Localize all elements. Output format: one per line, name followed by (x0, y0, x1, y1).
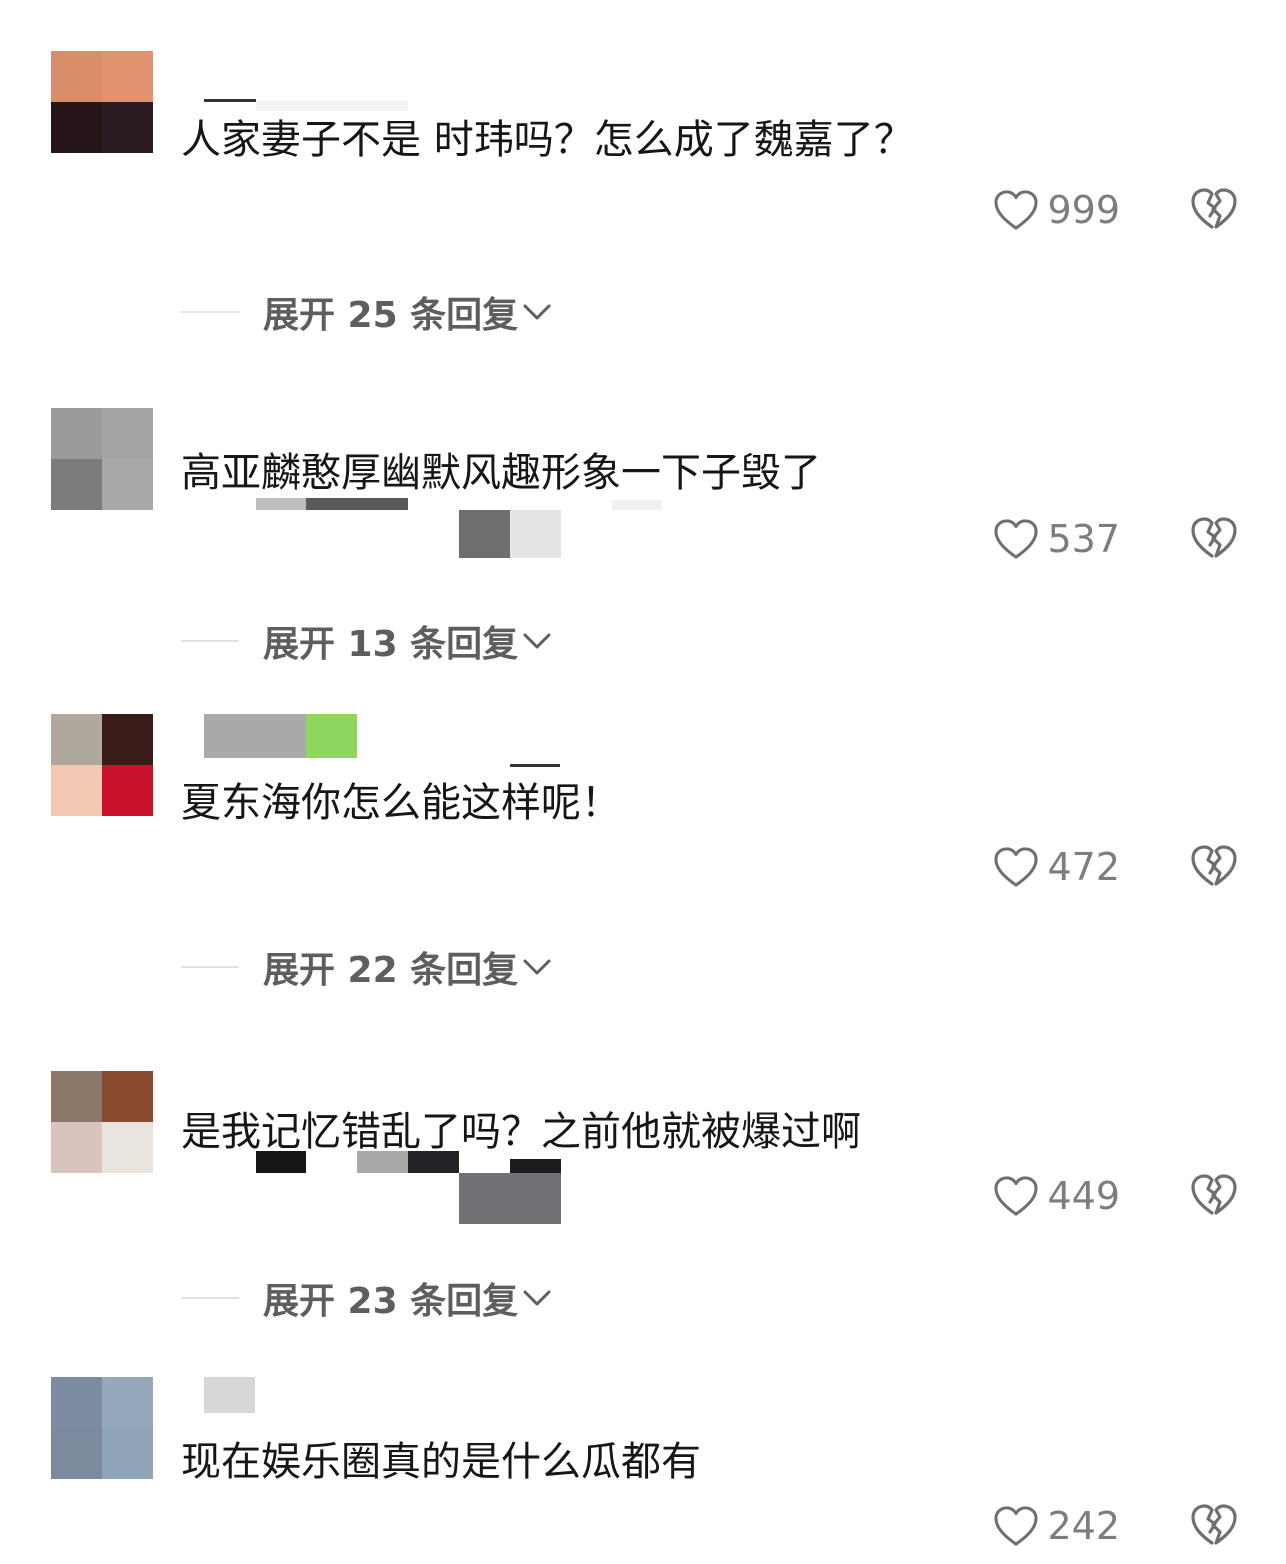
expand-replies-button[interactable]: 展开 22 条回复 (181, 942, 552, 992)
chevron-down-icon (523, 633, 551, 649)
comment-item: 现在娱乐圈真的是什么瓜都有 242 (0, 1377, 1286, 1564)
heart-icon (994, 1176, 1039, 1216)
comment-item: 夏东海你怎么能这样呢！ 472 展开 22 条回复 (0, 714, 1286, 1034)
comment-text: 现在娱乐圈真的是什么瓜都有 (181, 1439, 701, 1485)
broken-heart-icon[interactable] (1190, 187, 1238, 231)
like-button[interactable]: 242 (993, 1501, 1120, 1551)
heart-icon (994, 519, 1039, 559)
username-redacted (510, 764, 560, 767)
expand-replies-label: 展开 22 条回复 (263, 950, 519, 991)
avatar-pixel (51, 459, 102, 510)
chevron-down-icon (523, 959, 551, 975)
avatar-pixel (51, 1071, 102, 1122)
username-redacted (306, 498, 408, 510)
avatar-pixel (102, 102, 153, 153)
avatar-pixel (51, 714, 102, 765)
username-redacted (204, 1377, 255, 1413)
username-redacted (256, 1151, 306, 1173)
like-button[interactable]: 449 (993, 1171, 1120, 1221)
avatar-pixel (51, 765, 102, 816)
like-button[interactable]: 472 (993, 842, 1120, 892)
username-redacted (306, 714, 357, 758)
divider (181, 311, 239, 313)
expand-replies-button[interactable]: 展开 23 条回复 (181, 1273, 552, 1323)
like-button[interactable]: 999 (993, 185, 1120, 235)
heart-icon (994, 1506, 1039, 1546)
like-count: 999 (1047, 188, 1120, 232)
expand-replies-button[interactable]: 展开 25 条回复 (181, 287, 552, 337)
avatar-pixel (102, 51, 153, 102)
expand-replies-label: 展开 25 条回复 (263, 295, 519, 336)
avatar-pixel (51, 51, 102, 102)
comment-item: 高亚麟憨厚幽默风趣形象一下子毁了 537 展开 13 条回复 (0, 408, 1286, 728)
username-redacted (256, 498, 306, 510)
avatar[interactable] (51, 714, 153, 816)
expand-replies-label: 展开 23 条回复 (263, 1281, 519, 1322)
redacted-block (459, 510, 510, 558)
broken-heart-icon[interactable] (1190, 1503, 1238, 1547)
comment-text: 高亚麟憨厚幽默风趣形象一下子毁了 (181, 450, 821, 496)
avatar[interactable] (51, 408, 153, 510)
divider (181, 966, 239, 968)
like-count: 449 (1047, 1174, 1120, 1218)
username-redacted (612, 500, 662, 510)
avatar-pixel (102, 459, 153, 510)
comment-text: 夏东海你怎么能这样呢！ (181, 780, 621, 826)
heart-icon (994, 190, 1039, 230)
username-redacted (204, 714, 306, 758)
expand-replies-button[interactable]: 展开 13 条回复 (181, 616, 552, 666)
broken-heart-icon[interactable] (1190, 1173, 1238, 1217)
username-redacted (204, 99, 256, 102)
username-redacted (357, 1151, 408, 1173)
avatar[interactable] (51, 1377, 153, 1479)
avatar[interactable] (51, 51, 153, 153)
like-count: 242 (1047, 1504, 1120, 1548)
comment-text: 人家妻子不是 时玮吗？怎么成了魏嘉了？ (181, 117, 914, 163)
comment-text: 是我记忆错乱了吗？之前他就被爆过啊 (181, 1109, 861, 1155)
avatar-pixel (102, 1071, 153, 1122)
broken-heart-icon[interactable] (1190, 516, 1238, 560)
avatar-pixel (102, 1377, 153, 1428)
avatar-pixel (102, 1122, 153, 1173)
divider (181, 1297, 239, 1299)
username-redacted (408, 1151, 459, 1173)
avatar-pixel (51, 1428, 102, 1479)
redacted-block (510, 510, 561, 558)
comment-item: 人家妻子不是 时玮吗？怎么成了魏嘉了？ 999 展开 25 条回复 (0, 51, 1286, 371)
heart-icon (994, 847, 1039, 887)
avatar-pixel (51, 102, 102, 153)
avatar-pixel (51, 1122, 102, 1173)
broken-heart-icon[interactable] (1190, 844, 1238, 888)
avatar-pixel (102, 1428, 153, 1479)
avatar[interactable] (51, 1071, 153, 1173)
divider (181, 640, 239, 642)
like-count: 472 (1047, 845, 1120, 889)
comment-item: 是我记忆错乱了吗？之前他就被爆过啊 449 展开 23 条回复 (0, 1071, 1286, 1391)
username-redacted (256, 101, 408, 111)
chevron-down-icon (523, 304, 551, 320)
redacted-block (459, 1173, 561, 1224)
username-redacted (510, 1159, 561, 1173)
avatar-pixel (51, 408, 102, 459)
like-count: 537 (1047, 517, 1120, 561)
chevron-down-icon (523, 1290, 551, 1306)
like-button[interactable]: 537 (993, 514, 1120, 564)
avatar-pixel (51, 1377, 102, 1428)
avatar-pixel (102, 714, 153, 765)
avatar-pixel (102, 765, 153, 816)
avatar-pixel (102, 408, 153, 459)
expand-replies-label: 展开 13 条回复 (263, 624, 519, 665)
